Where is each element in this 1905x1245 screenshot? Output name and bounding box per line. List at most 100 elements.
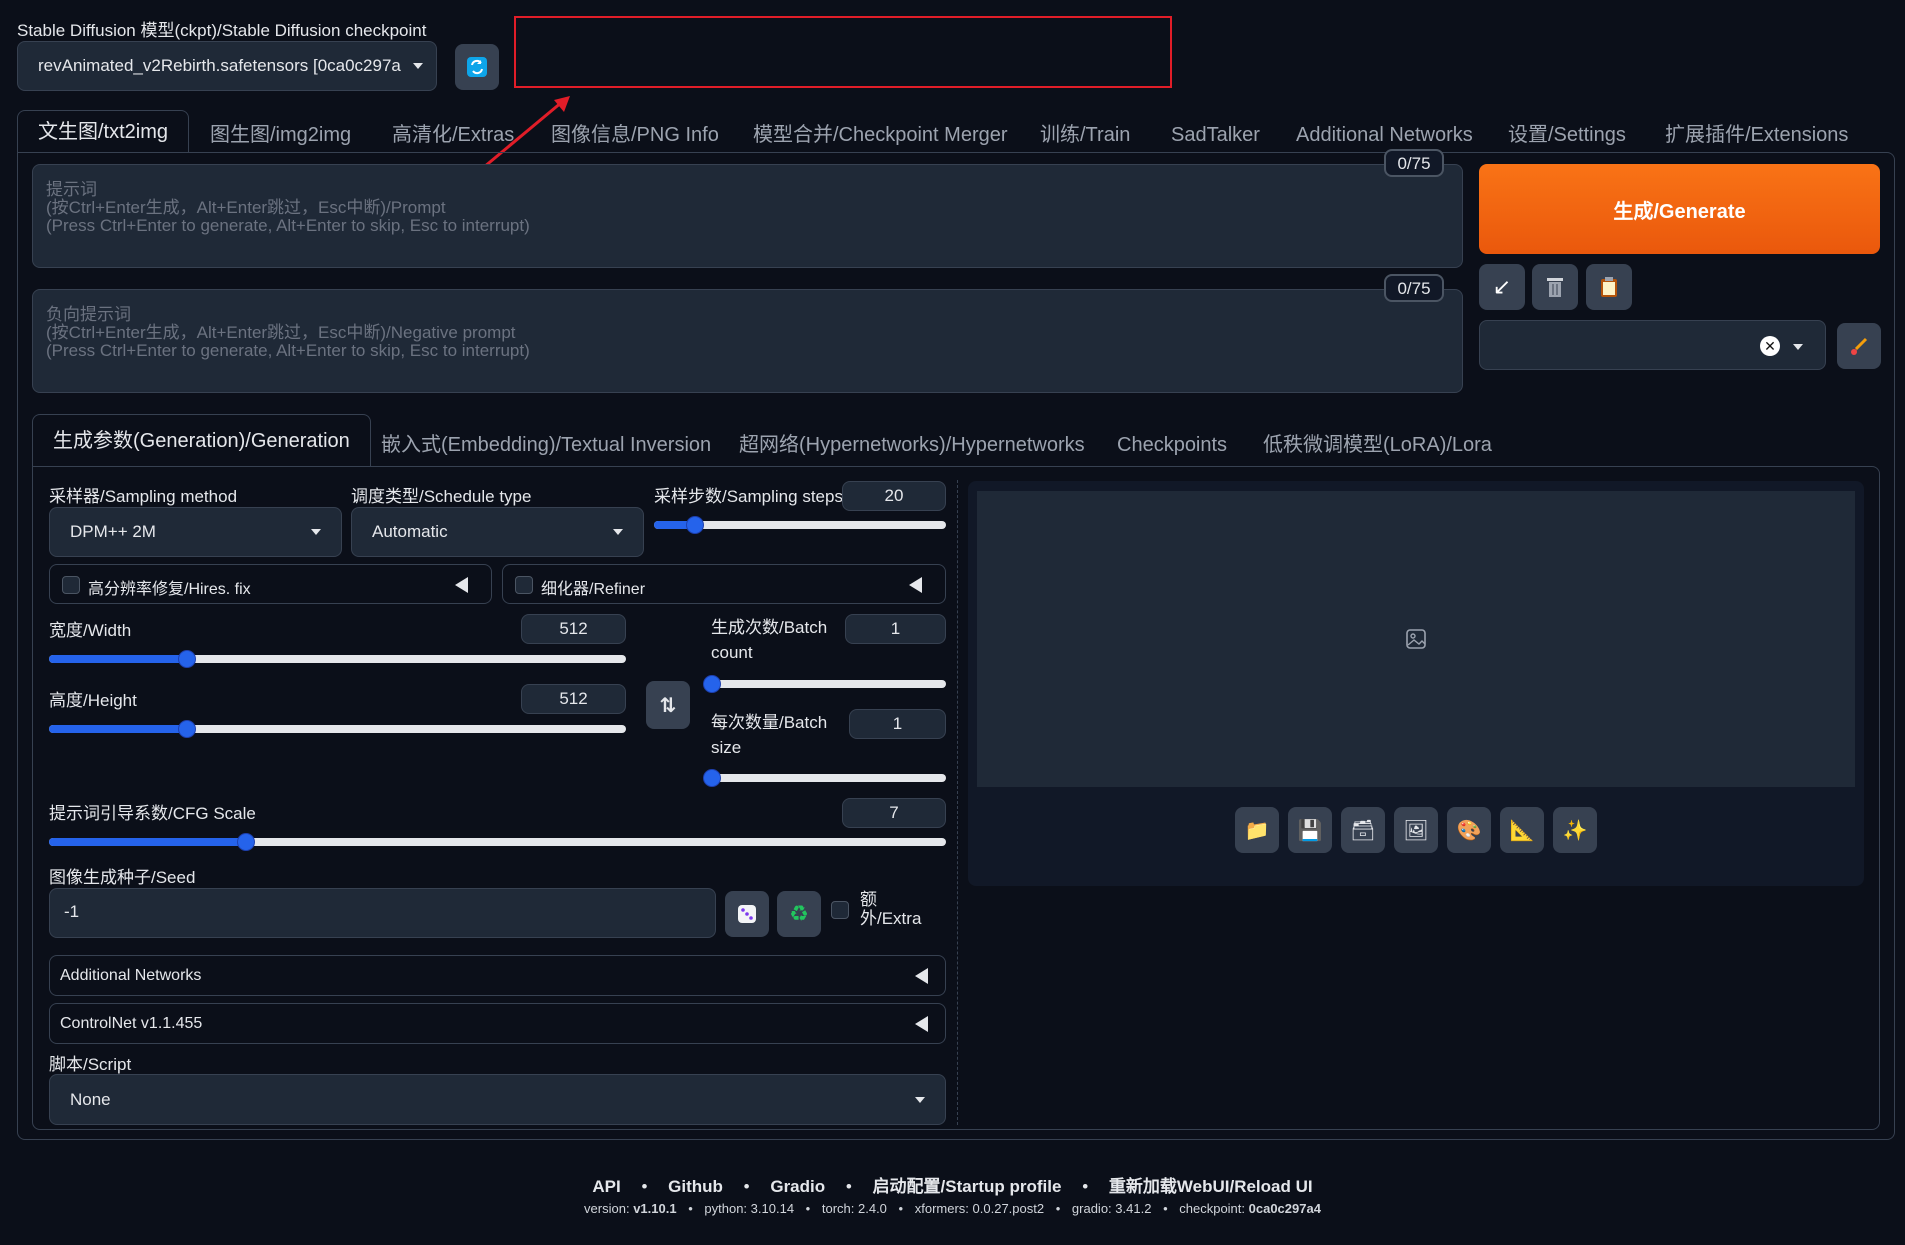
width-slider[interactable] bbox=[49, 650, 626, 668]
recycle-icon: ♻ bbox=[789, 901, 809, 926]
clear-prompt-button[interactable] bbox=[1532, 264, 1578, 310]
tab-6[interactable]: SadTalker bbox=[1171, 118, 1260, 152]
tab-8[interactable]: 设置/Settings bbox=[1508, 118, 1626, 152]
chevron-down-icon bbox=[1793, 344, 1803, 350]
xformers-value: 0.0.27.post2 bbox=[972, 1201, 1045, 1216]
negative-placeholder-2: (按Ctrl+Enter生成，Alt+Enter跳过，Esc中断)/Negati… bbox=[46, 323, 516, 342]
extra-seed-checkbox[interactable] bbox=[831, 901, 849, 919]
sampler-label: 采样器/Sampling method bbox=[49, 487, 238, 506]
slider-thumb[interactable] bbox=[703, 675, 721, 693]
send-to-inpaint-button[interactable]: 🎨 bbox=[1447, 807, 1491, 853]
refresh-checkpoint-button[interactable] bbox=[455, 44, 499, 90]
refiner-checkbox[interactable] bbox=[515, 576, 533, 594]
generate-button[interactable]: 生成/Generate bbox=[1479, 164, 1880, 254]
open-folder-button[interactable]: 📁 bbox=[1235, 807, 1279, 853]
tab-5[interactable]: 训练/Train bbox=[1040, 118, 1130, 152]
collapse-triangle-icon[interactable] bbox=[915, 968, 928, 984]
refresh-icon bbox=[467, 57, 487, 77]
triangle-ruler-icon: 📐 bbox=[1509, 819, 1535, 842]
batch-size-slider[interactable] bbox=[703, 769, 946, 787]
cfg-slider[interactable] bbox=[49, 833, 946, 851]
reuse-seed-button[interactable]: ♻ bbox=[777, 891, 821, 937]
dice-icon bbox=[738, 905, 756, 923]
subtab-1[interactable]: 嵌入式(Embedding)/Textual Inversion bbox=[381, 428, 711, 462]
width-label: 宽度/Width bbox=[49, 621, 132, 640]
slider-thumb[interactable] bbox=[685, 516, 704, 534]
seed-input[interactable]: -1 bbox=[49, 888, 716, 938]
tab-4[interactable]: 模型合并/Checkpoint Merger bbox=[753, 118, 1008, 152]
tab-9[interactable]: 扩展插件/Extensions bbox=[1665, 118, 1848, 152]
additional-networks-label: Additional Networks bbox=[60, 967, 202, 984]
separator: • bbox=[688, 1201, 693, 1216]
steps-input[interactable]: 20 bbox=[842, 481, 946, 511]
picture-icon: 🖼 bbox=[1403, 819, 1429, 842]
footer-link-api[interactable]: API bbox=[592, 1177, 620, 1196]
tab-7[interactable]: Additional Networks bbox=[1296, 118, 1473, 152]
steps-label: 采样步数/Sampling steps bbox=[654, 487, 843, 506]
script-dropdown[interactable]: None bbox=[49, 1074, 946, 1125]
sampler-dropdown[interactable]: DPM++ 2M bbox=[49, 507, 342, 557]
hires-fix-checkbox[interactable] bbox=[62, 576, 80, 594]
subtab-3[interactable]: Checkpoints bbox=[1117, 428, 1227, 462]
image-placeholder-icon bbox=[1406, 629, 1426, 649]
subtab-2[interactable]: 超网络(Hypernetworks)/Hypernetworks bbox=[739, 428, 1085, 462]
tab-0[interactable]: 文生图/txt2img bbox=[17, 110, 190, 153]
footer-versions: version: v1.10.1 • python: 3.10.14 • tor… bbox=[0, 1201, 1905, 1216]
height-slider[interactable] bbox=[49, 720, 626, 738]
tab-1[interactable]: 图生图/img2img bbox=[210, 118, 351, 152]
collapse-triangle-icon[interactable] bbox=[455, 577, 468, 593]
save-button[interactable]: 💾 bbox=[1288, 807, 1332, 853]
collapse-triangle-icon[interactable] bbox=[915, 1016, 928, 1032]
prompt-textarea[interactable]: 提示词 (按Ctrl+Enter生成，Alt+Enter跳过，Esc中断)/Pr… bbox=[32, 164, 1463, 268]
additional-networks-accordion[interactable]: Additional Networks bbox=[49, 955, 946, 996]
styles-dropdown[interactable]: ✕ bbox=[1479, 320, 1826, 370]
footer-link-startup-profile[interactable]: 启动配置/Startup profile bbox=[873, 1177, 1062, 1196]
separator: • bbox=[1163, 1201, 1168, 1216]
cfg-input[interactable]: 7 bbox=[842, 798, 946, 828]
hires-fix-accordion[interactable]: 高分辨率修复/Hires. fix bbox=[49, 564, 492, 604]
python-label: python: bbox=[704, 1201, 748, 1216]
image-output[interactable] bbox=[977, 491, 1855, 787]
schedule-dropdown[interactable]: Automatic bbox=[351, 507, 644, 557]
checkpoint-hash-label: checkpoint: bbox=[1179, 1201, 1246, 1216]
read-params-button[interactable]: ↙ bbox=[1479, 264, 1525, 310]
upscale-button[interactable]: ✨ bbox=[1553, 807, 1597, 853]
arrow-down-left-icon: ↙ bbox=[1492, 274, 1512, 299]
controlnet-label: ControlNet v1.1.455 bbox=[60, 1015, 203, 1032]
prompt-token-counter: 0/75 bbox=[1384, 149, 1444, 177]
random-seed-button[interactable] bbox=[725, 891, 769, 937]
swap-dimensions-button[interactable]: ⇅ bbox=[646, 681, 690, 729]
checkpoint-dropdown[interactable]: revAnimated_v2Rebirth.safetensors [0ca0c… bbox=[17, 41, 437, 91]
subtab-4[interactable]: 低秩微调模型(LoRA)/Lora bbox=[1263, 428, 1492, 462]
batch-size-input[interactable]: 1 bbox=[849, 709, 946, 739]
script-label: 脚本/Script bbox=[49, 1055, 132, 1074]
send-to-img2img-button[interactable]: 🖼 bbox=[1394, 807, 1438, 853]
collapse-triangle-icon[interactable] bbox=[909, 577, 922, 593]
zip-button[interactable]: 🗃 bbox=[1341, 807, 1385, 853]
negative-prompt-textarea[interactable]: 负向提示词 (按Ctrl+Enter生成，Alt+Enter跳过，Esc中断)/… bbox=[32, 289, 1463, 393]
tab-2[interactable]: 高清化/Extras bbox=[392, 118, 514, 152]
separator: • bbox=[1055, 1201, 1061, 1216]
sampler-value: DPM++ 2M bbox=[70, 522, 156, 541]
footer-link-reload-ui[interactable]: 重新加载WebUI/Reload UI bbox=[1109, 1177, 1313, 1196]
tab-3[interactable]: 图像信息/PNG Info bbox=[551, 118, 719, 152]
edit-styles-button[interactable] bbox=[1837, 323, 1881, 369]
send-to-extras-button[interactable]: 📐 bbox=[1500, 807, 1544, 853]
slider-thumb[interactable] bbox=[703, 769, 721, 787]
subtab-0[interactable]: 生成参数(Generation)/Generation bbox=[32, 414, 371, 467]
batch-count-slider[interactable] bbox=[703, 675, 946, 693]
paste-button[interactable] bbox=[1586, 264, 1632, 310]
footer-link-github[interactable]: Github bbox=[668, 1177, 723, 1196]
prompt-placeholder-2: (按Ctrl+Enter生成，Alt+Enter跳过，Esc中断)/Prompt bbox=[46, 198, 446, 217]
xformers-label: xformers: bbox=[914, 1201, 969, 1216]
height-input[interactable]: 512 bbox=[521, 684, 626, 714]
width-input[interactable]: 512 bbox=[521, 614, 626, 644]
controlnet-accordion[interactable]: ControlNet v1.1.455 bbox=[49, 1003, 946, 1044]
gradio-label: gradio: bbox=[1071, 1201, 1112, 1216]
refiner-accordion[interactable]: 细化器/Refiner bbox=[502, 564, 946, 604]
clear-icon[interactable]: ✕ bbox=[1760, 336, 1780, 356]
version-value: v1.10.1 bbox=[633, 1201, 677, 1216]
steps-slider[interactable] bbox=[654, 516, 946, 534]
footer-link-gradio[interactable]: Gradio bbox=[770, 1177, 825, 1196]
batch-count-input[interactable]: 1 bbox=[845, 614, 946, 644]
